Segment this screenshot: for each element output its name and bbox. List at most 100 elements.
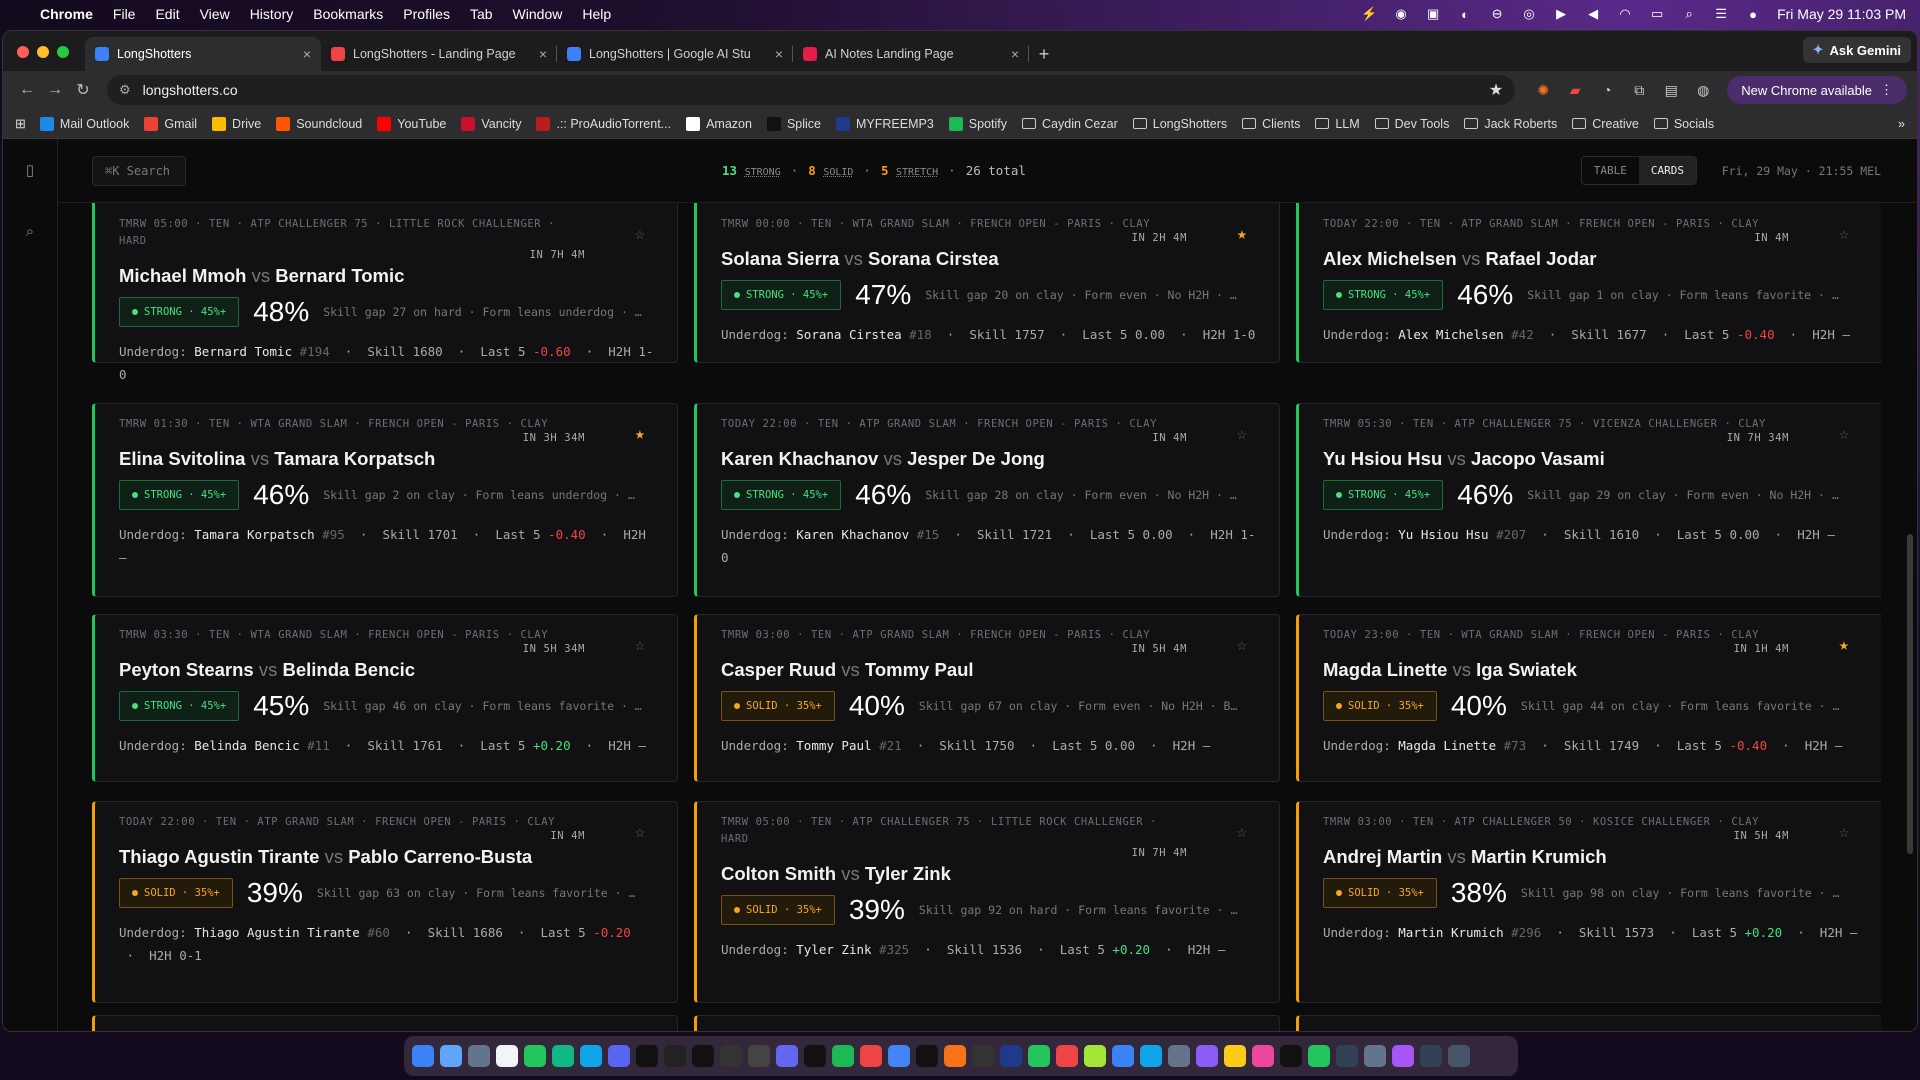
scrollbar[interactable] xyxy=(1907,534,1913,854)
extensions-puzzle-icon[interactable]: ⧉ xyxy=(1625,76,1653,104)
wifi-icon[interactable]: ◠ xyxy=(1617,6,1633,22)
close-tab-icon[interactable]: × xyxy=(1011,46,1019,62)
dock-app-icon[interactable] xyxy=(664,1045,686,1067)
browser-tab[interactable]: LongShotters - Landing Page × xyxy=(321,37,557,71)
match-card[interactable]: TODAY 22:00 · TEN · ATP GRAND SLAM · FRE… xyxy=(694,403,1280,597)
sidebar-toggle-icon[interactable]: ▯ xyxy=(26,161,34,179)
spotlight-icon[interactable]: ⌕ xyxy=(1681,6,1697,22)
site-info-icon[interactable]: ⚙ xyxy=(119,82,131,98)
sync-icon[interactable]: ⊖ xyxy=(1489,6,1505,22)
favorite-star-icon[interactable]: ☆ xyxy=(1839,424,1849,444)
cards-view-button[interactable]: CARDS xyxy=(1638,157,1696,184)
menu-history[interactable]: History xyxy=(250,6,294,22)
match-card[interactable]: TMRW 05:00 · TEN · ATP CHALLENGER 75 · L… xyxy=(694,801,1280,1003)
bookmark-item[interactable]: Drive xyxy=(212,116,261,131)
battery-icon[interactable]: ▭ xyxy=(1649,6,1665,22)
bookmark-folder[interactable]: Caydin Cezar xyxy=(1022,117,1118,131)
dock-app-icon[interactable] xyxy=(972,1045,994,1067)
dock-app-icon[interactable] xyxy=(1420,1045,1442,1067)
bookmark-folder[interactable]: LLM xyxy=(1315,117,1360,131)
close-tab-icon[interactable]: × xyxy=(775,46,783,62)
dock-app-icon[interactable] xyxy=(468,1045,490,1067)
dock-app-icon[interactable] xyxy=(720,1045,742,1067)
dock-app-icon[interactable] xyxy=(776,1045,798,1067)
match-card[interactable]: TMRW 03:00 · TEN · ATP CHALLENGER 50 · K… xyxy=(1296,801,1881,1003)
dock-app-icon[interactable] xyxy=(1084,1045,1106,1067)
dock-app-icon[interactable] xyxy=(1308,1045,1330,1067)
browser-tab[interactable]: LongShotters | Google AI Stu × xyxy=(557,37,793,71)
extension-icon-3[interactable]: ◔ xyxy=(1593,76,1621,104)
favorite-star-icon[interactable]: ★ xyxy=(1237,224,1247,244)
bolt-icon[interactable]: ⚡ xyxy=(1361,6,1377,22)
match-card[interactable]: TMRW 05:30 · TEN · ATP CHALLENGER 75 · V… xyxy=(1296,403,1881,597)
new-tab-button[interactable]: + xyxy=(1029,37,1059,71)
bookmark-item[interactable]: MYFREEMP3 xyxy=(836,116,934,131)
dock-app-icon[interactable] xyxy=(860,1045,882,1067)
favorite-star-icon[interactable]: ☆ xyxy=(1237,635,1247,655)
favorite-star-icon[interactable]: ☆ xyxy=(635,224,645,244)
dock-app-icon[interactable] xyxy=(1056,1045,1078,1067)
favorite-star-icon[interactable]: ☆ xyxy=(1237,822,1247,842)
match-card[interactable]: TODAY 23:00 · TEN · WTA GRAND SLAM · FRE… xyxy=(1296,614,1881,782)
tab-search-icon[interactable]: ▤ xyxy=(1657,76,1685,104)
stretch-count[interactable]: 5 STRETCH xyxy=(881,163,938,178)
menu-file[interactable]: File xyxy=(113,6,136,22)
puzzle-icon[interactable]: ▣ xyxy=(1425,6,1441,22)
dock-app-icon[interactable] xyxy=(1448,1045,1470,1067)
dock-app-icon[interactable] xyxy=(552,1045,574,1067)
favorite-star-icon[interactable]: ☆ xyxy=(635,635,645,655)
bookmark-item[interactable]: YouTube xyxy=(377,116,446,131)
dock-app-icon[interactable] xyxy=(580,1045,602,1067)
dock-app-icon[interactable] xyxy=(1364,1045,1386,1067)
menubar-clock[interactable]: Fri May 29 11:03 PM xyxy=(1777,6,1906,22)
extension-icon-1[interactable]: ✺ xyxy=(1529,76,1557,104)
reload-button[interactable]: ↻ xyxy=(69,76,97,104)
dock-app-icon[interactable] xyxy=(748,1045,770,1067)
dock-app-icon[interactable] xyxy=(832,1045,854,1067)
zoom-search-icon[interactable]: ⌕ xyxy=(26,223,34,240)
browser-tab[interactable]: AI Notes Landing Page × xyxy=(793,37,1029,71)
browser-tab[interactable]: LongShotters × xyxy=(85,37,321,71)
search-button[interactable]: ⌘K Search xyxy=(92,155,186,186)
bookmark-item[interactable]: Mail Outlook xyxy=(39,116,129,131)
menu-help[interactable]: Help xyxy=(582,6,611,22)
table-view-button[interactable]: TABLE xyxy=(1582,157,1639,184)
match-card[interactable]: TMRW 01:30 · TEN · WTA GRAND SLAM · FREN… xyxy=(92,403,678,597)
vpn-icon[interactable]: ◐ xyxy=(1457,6,1473,22)
close-tab-icon[interactable]: × xyxy=(303,46,311,62)
match-card[interactable]: TMRW 03:30 · TEN · WTA GRAND SLAM · FREN… xyxy=(92,614,678,782)
dock-app-icon[interactable] xyxy=(636,1045,658,1067)
close-window-button[interactable] xyxy=(17,46,29,58)
more-bookmarks-icon[interactable]: » xyxy=(1898,117,1905,131)
status-app-icon[interactable]: ◉ xyxy=(1393,6,1409,22)
bookmark-item[interactable]: Amazon xyxy=(686,116,752,131)
menu-view[interactable]: View xyxy=(200,6,230,22)
bookmark-item[interactable]: .:: ProAudioTorrent... xyxy=(536,116,671,131)
zoom-window-button[interactable] xyxy=(57,46,69,58)
favorite-star-icon[interactable]: ☆ xyxy=(1237,424,1247,444)
new-chrome-available-button[interactable]: New Chrome available ⋮ xyxy=(1727,76,1907,104)
dock-app-icon[interactable] xyxy=(1224,1045,1246,1067)
forward-button[interactable]: → xyxy=(41,76,69,104)
menu-app-name[interactable]: Chrome xyxy=(40,6,93,22)
play-icon[interactable]: ▶ xyxy=(1553,6,1569,22)
dock-app-icon[interactable] xyxy=(888,1045,910,1067)
dock-app-icon[interactable] xyxy=(1280,1045,1302,1067)
profile-avatar[interactable]: ◍ xyxy=(1689,76,1717,104)
dock-app-icon[interactable] xyxy=(496,1045,518,1067)
dock-app-icon[interactable] xyxy=(524,1045,546,1067)
apps-grid-icon[interactable]: ⊞ xyxy=(15,116,26,132)
dock-app-icon[interactable] xyxy=(440,1045,462,1067)
bookmark-item[interactable]: Spotify xyxy=(948,116,1007,131)
dock-app-icon[interactable] xyxy=(1196,1045,1218,1067)
match-card-partial[interactable] xyxy=(1296,1015,1881,1031)
user-icon[interactable]: ● xyxy=(1745,6,1761,22)
match-card-partial[interactable] xyxy=(694,1015,1280,1031)
match-card[interactable]: TODAY 22:00 · TEN · ATP GRAND SLAM · FRE… xyxy=(1296,203,1881,363)
close-tab-icon[interactable]: × xyxy=(539,46,547,62)
dock-app-icon[interactable] xyxy=(1336,1045,1358,1067)
bookmark-folder[interactable]: Jack Roberts xyxy=(1464,117,1557,131)
bookmark-folder[interactable]: Socials xyxy=(1653,117,1714,131)
dock-app-icon[interactable] xyxy=(944,1045,966,1067)
favorite-star-icon[interactable]: ☆ xyxy=(1839,822,1849,842)
